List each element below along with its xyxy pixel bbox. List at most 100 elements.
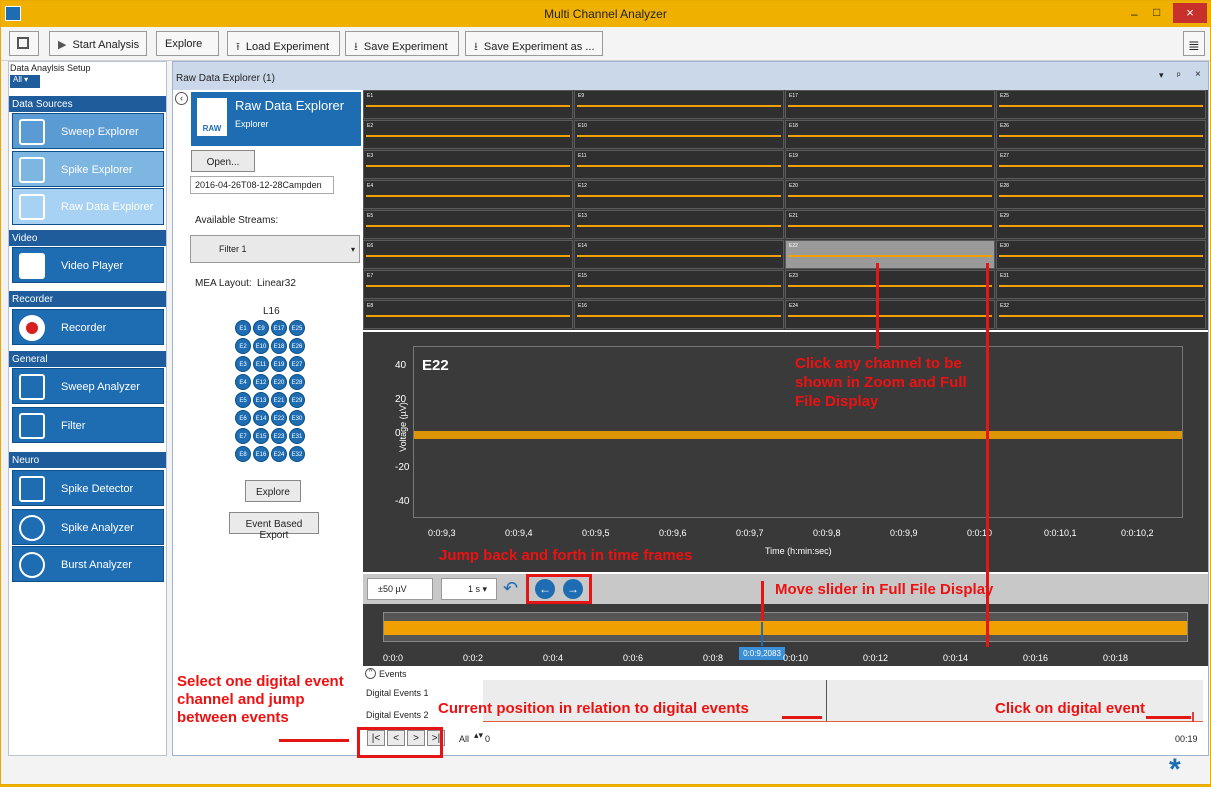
channel-cell-E13[interactable]: E13 [574, 210, 784, 239]
panel-close-icon[interactable]: × [1195, 69, 1201, 80]
digital-events-1-label[interactable]: Digital Events 1 [366, 688, 429, 698]
digital-events-2-label[interactable]: Digital Events 2 [366, 710, 429, 720]
channel-cell-E8[interactable]: E8 [363, 300, 573, 329]
position-slider[interactable] [761, 622, 763, 646]
digital-event-marker[interactable] [1192, 712, 1194, 722]
collapse-icon[interactable]: ‹ [175, 92, 188, 105]
electrode-E18[interactable]: E18 [271, 338, 287, 354]
video-player-button[interactable]: Video Player [12, 247, 164, 283]
electrode-E32[interactable]: E32 [289, 446, 305, 462]
raw-data-explorer-button[interactable]: Raw Data Explorer [12, 188, 164, 225]
electrode-E28[interactable]: E28 [289, 374, 305, 390]
electrode-E8[interactable]: E8 [235, 446, 251, 462]
electrode-E30[interactable]: E30 [289, 410, 305, 426]
electrode-E25[interactable]: E25 [289, 320, 305, 336]
electrode-E13[interactable]: E13 [253, 392, 269, 408]
channel-cell-E10[interactable]: E10 [574, 120, 784, 149]
channel-cell-E2[interactable]: E2 [363, 120, 573, 149]
electrode-E26[interactable]: E26 [289, 338, 305, 354]
minimize-button[interactable]: – [1131, 7, 1138, 21]
electrode-E4[interactable]: E4 [235, 374, 251, 390]
start-analysis-button[interactable]: ▶ Start Analysis [49, 31, 147, 56]
electrode-E5[interactable]: E5 [235, 392, 251, 408]
spike-explorer-button[interactable]: Spike Explorer [12, 151, 164, 187]
load-experiment-button[interactable]: ⭱ Load Experiment [227, 31, 340, 56]
channel-cell-E17[interactable]: E17 [785, 90, 995, 119]
electrode-E11[interactable]: E11 [253, 356, 269, 372]
electrode-E17[interactable]: E17 [271, 320, 287, 336]
electrode-E23[interactable]: E23 [271, 428, 287, 444]
electrode-E9[interactable]: E9 [253, 320, 269, 336]
pin-dropdown-icon[interactable]: ▾ [1159, 70, 1164, 81]
electrode-E24[interactable]: E24 [271, 446, 287, 462]
channel-cell-E27[interactable]: E27 [996, 150, 1206, 179]
sweep-analyzer-button[interactable]: Sweep Analyzer [12, 368, 164, 404]
electrode-E1[interactable]: E1 [235, 320, 251, 336]
window-restore-button[interactable] [9, 31, 39, 56]
channel-cell-E15[interactable]: E15 [574, 270, 784, 299]
full-file-plot[interactable] [383, 612, 1188, 642]
channel-cell-E4[interactable]: E4 [363, 180, 573, 209]
channel-cell-E29[interactable]: E29 [996, 210, 1206, 239]
channel-cell-E24[interactable]: E24 [785, 300, 995, 329]
event-filter-spinner[interactable]: ▴▾ [474, 730, 483, 741]
channel-cell-E25[interactable]: E25 [996, 90, 1206, 119]
filter-dropdown[interactable]: All ▾ [10, 75, 40, 88]
explore-button[interactable]: Explore [245, 480, 301, 502]
spike-analyzer-button[interactable]: Spike Analyzer [12, 509, 164, 545]
electrode-E10[interactable]: E10 [253, 338, 269, 354]
electrode-E14[interactable]: E14 [253, 410, 269, 426]
channel-cell-E9[interactable]: E9 [574, 90, 784, 119]
open-button[interactable]: Open... [191, 150, 255, 172]
pin-icon[interactable]: ᵖ [1177, 70, 1180, 80]
channel-cell-E14[interactable]: E14 [574, 240, 784, 269]
file-name-field[interactable]: 2016-04-26T08-12-28Campden [190, 176, 334, 194]
electrode-E2[interactable]: E2 [235, 338, 251, 354]
channel-cell-E19[interactable]: E19 [785, 150, 995, 179]
spike-detector-button[interactable]: Spike Detector [12, 470, 164, 506]
channel-cell-E3[interactable]: E3 [363, 150, 573, 179]
electrode-E7[interactable]: E7 [235, 428, 251, 444]
channel-cell-E5[interactable]: E5 [363, 210, 573, 239]
explore-button[interactable]: Explore [156, 31, 219, 56]
channel-cell-E7[interactable]: E7 [363, 270, 573, 299]
electrode-E6[interactable]: E6 [235, 410, 251, 426]
recorder-button[interactable]: Recorder [12, 309, 164, 345]
undo-icon[interactable]: ↶ [503, 578, 525, 600]
electrode-E29[interactable]: E29 [289, 392, 305, 408]
channel-cell-E1[interactable]: E1 [363, 90, 573, 119]
channel-cell-E6[interactable]: E6 [363, 240, 573, 269]
channel-cell-E16[interactable]: E16 [574, 300, 784, 329]
electrode-E16[interactable]: E16 [253, 446, 269, 462]
channel-cell-E26[interactable]: E26 [996, 120, 1206, 149]
channel-cell-E31[interactable]: E31 [996, 270, 1206, 299]
channel-cell-E20[interactable]: E20 [785, 180, 995, 209]
electrode-E12[interactable]: E12 [253, 374, 269, 390]
channel-cell-E23[interactable]: E23 [785, 270, 995, 299]
close-button[interactable]: × [1173, 3, 1207, 23]
electrode-E22[interactable]: E22 [271, 410, 287, 426]
stream-dropdown[interactable]: Filter 1 ▾ [190, 235, 360, 263]
save-experiment-as-button[interactable]: ⭳ Save Experiment as ... [465, 31, 603, 56]
burst-analyzer-button[interactable]: Burst Analyzer [12, 546, 164, 582]
collapse-events-icon[interactable]: ^ [365, 668, 376, 679]
time-window-dropdown[interactable]: 1 s ▾ [441, 578, 497, 600]
electrode-E27[interactable]: E27 [289, 356, 305, 372]
electrode-E19[interactable]: E19 [271, 356, 287, 372]
maximize-button[interactable]: □ [1153, 5, 1160, 19]
channel-cell-E18[interactable]: E18 [785, 120, 995, 149]
channel-cell-E32[interactable]: E32 [996, 300, 1206, 329]
channel-cell-E30[interactable]: E30 [996, 240, 1206, 269]
voltage-scale-spinner[interactable]: ±50 µV [367, 578, 433, 600]
filter-button[interactable]: Filter [12, 407, 164, 443]
channel-cell-E22[interactable]: E22 [785, 240, 995, 269]
electrode-E15[interactable]: E15 [253, 428, 269, 444]
channel-cell-E12[interactable]: E12 [574, 180, 784, 209]
electrode-E21[interactable]: E21 [271, 392, 287, 408]
channel-cell-E21[interactable]: E21 [785, 210, 995, 239]
save-experiment-button[interactable]: ⭳ Save Experiment [345, 31, 459, 56]
electrode-E3[interactable]: E3 [235, 356, 251, 372]
channel-cell-E11[interactable]: E11 [574, 150, 784, 179]
menu-button[interactable]: ≣ [1183, 31, 1205, 56]
event-based-export-button[interactable]: Event Based Export [229, 512, 319, 541]
